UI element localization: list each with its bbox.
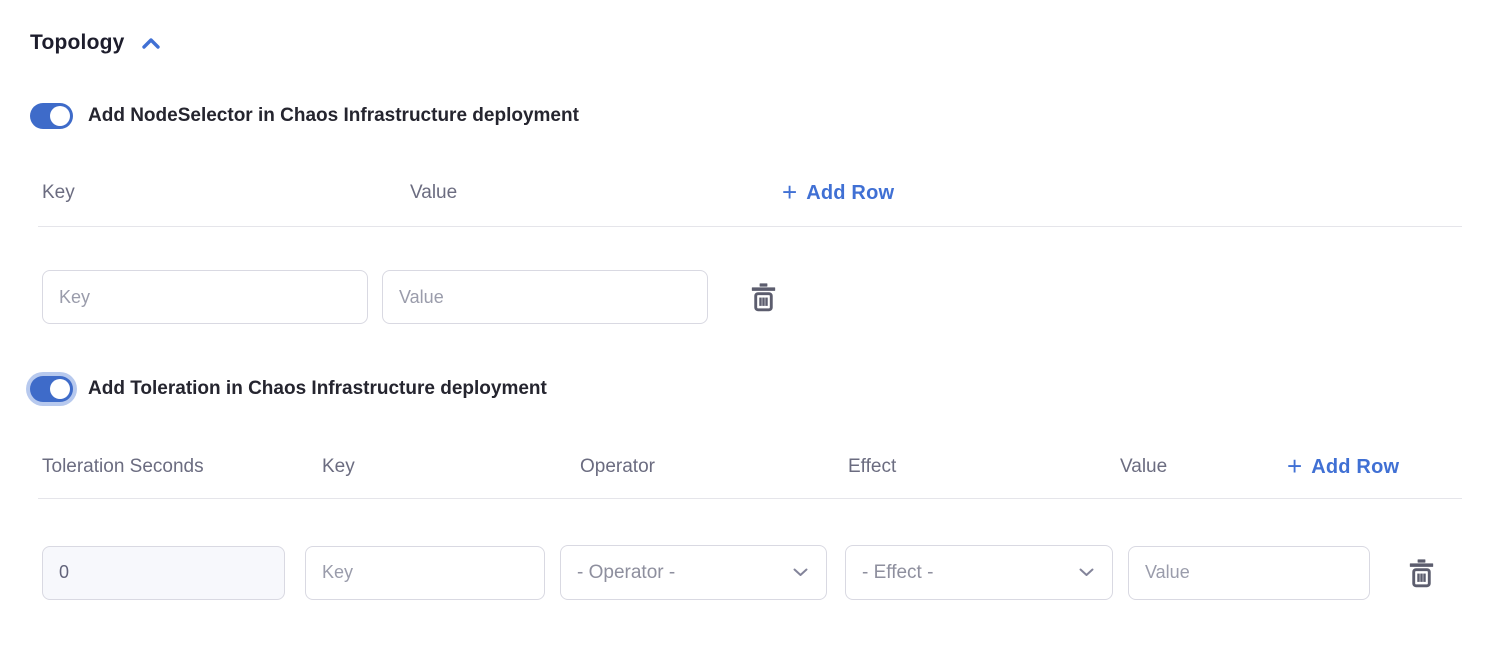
operator-select[interactable]: - Operator - <box>560 545 827 600</box>
nodeselector-table-row <box>30 270 1500 324</box>
add-row-label: Add Row <box>806 182 894 205</box>
toleration-toggle-label: Add Toleration in Chaos Infrastructure d… <box>88 378 547 400</box>
chevron-down-icon <box>1079 568 1094 577</box>
nodeselector-toggle-row: Add NodeSelector in Chaos Infrastructure… <box>30 102 1500 130</box>
column-header-key: Key <box>42 182 410 204</box>
trash-icon[interactable] <box>1408 558 1435 588</box>
toleration-table-row: - Operator - - Effect - <box>30 545 1500 600</box>
nodeselector-value-input[interactable] <box>382 270 708 324</box>
chevron-down-icon <box>793 568 808 577</box>
nodeselector-toggle-label: Add NodeSelector in Chaos Infrastructure… <box>88 105 579 127</box>
toleration-seconds-input[interactable] <box>42 546 285 600</box>
toggle-knob <box>50 379 70 399</box>
effect-selected-value: - Effect - <box>862 562 933 584</box>
topology-panel: Topology Add NodeSelector in Chaos Infra… <box>0 0 1500 670</box>
section-header: Topology <box>30 28 1500 58</box>
add-row-button[interactable]: + Add Row <box>782 181 894 205</box>
operator-selected-value: - Operator - <box>577 562 675 584</box>
effect-select[interactable]: - Effect - <box>845 545 1113 600</box>
plus-icon: + <box>782 179 797 205</box>
plus-icon: + <box>1287 453 1302 479</box>
toleration-key-input[interactable] <box>305 546 545 600</box>
column-header-value: Value <box>410 182 782 204</box>
toleration-table-header: Toleration Seconds Key Operator Effect V… <box>30 452 1500 482</box>
add-row-button[interactable]: + Add Row <box>1287 455 1399 479</box>
toleration-value-input[interactable] <box>1128 546 1370 600</box>
add-row-label: Add Row <box>1311 456 1399 479</box>
column-header-operator: Operator <box>580 456 848 478</box>
toleration-toggle[interactable] <box>30 376 73 402</box>
nodeselector-table-header: Key Value + Add Row <box>30 178 1500 208</box>
header-divider <box>38 498 1462 499</box>
column-header-effect: Effect <box>848 456 1120 478</box>
nodeselector-key-input[interactable] <box>42 270 368 324</box>
trash-icon[interactable] <box>750 282 777 312</box>
toleration-toggle-row: Add Toleration in Chaos Infrastructure d… <box>30 374 1500 404</box>
column-header-value: Value <box>1120 456 1287 478</box>
header-divider <box>38 226 1462 227</box>
column-header-key: Key <box>322 456 580 478</box>
chevron-up-icon[interactable] <box>139 35 163 52</box>
toggle-knob <box>50 106 70 126</box>
nodeselector-toggle[interactable] <box>30 103 73 129</box>
column-header-toleration-seconds: Toleration Seconds <box>42 456 322 478</box>
section-title: Topology <box>30 31 125 55</box>
